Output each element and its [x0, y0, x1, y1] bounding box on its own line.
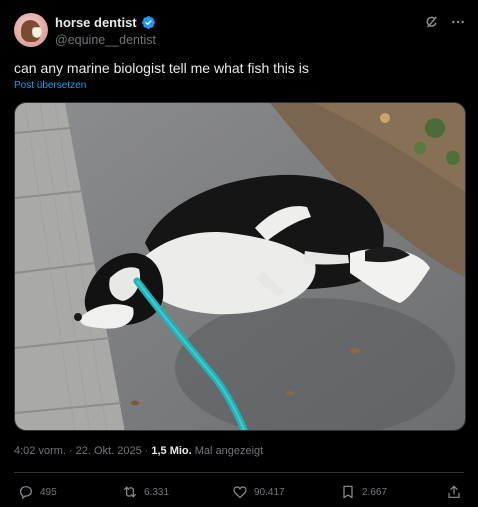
verified-badge-icon [141, 15, 155, 29]
repost-button[interactable]: 6.331 [122, 484, 169, 500]
action-bar: 495 6.331 90.417 2.667 [14, 482, 464, 502]
bookmark-count: 2.667 [362, 486, 388, 498]
translate-link[interactable]: Post übersetzen [14, 80, 86, 91]
share-icon [448, 485, 460, 498]
divider [14, 472, 464, 473]
post-header: horse dentist @equine__dentist [55, 13, 156, 48]
reply-count: 495 [40, 486, 57, 498]
post-date[interactable]: 22. Okt. 2025 [76, 445, 142, 457]
heart-icon [233, 486, 247, 498]
views-label: Mal angezeigt [194, 445, 264, 457]
dog-photo [15, 103, 465, 430]
top-actions [424, 14, 466, 30]
post-meta: 4:02 vorm. · 22. Okt. 2025 · 1,5 Mio. Ma… [14, 445, 263, 457]
meta-separator: · [144, 445, 149, 457]
meta-separator: · [68, 445, 73, 457]
more-options-icon[interactable] [450, 14, 466, 30]
avatar[interactable] [14, 13, 48, 47]
display-name[interactable]: horse dentist [55, 15, 137, 30]
reply-button[interactable]: 495 [18, 484, 57, 500]
repost-count: 6.331 [144, 486, 170, 498]
post-media-photo[interactable] [14, 102, 466, 431]
name-row: horse dentist [55, 13, 156, 31]
post-time[interactable]: 4:02 vorm. [14, 445, 66, 457]
bookmark-button[interactable]: 2.667 [340, 484, 387, 500]
reply-icon [20, 486, 32, 500]
grok-icon[interactable] [424, 14, 440, 30]
views-count[interactable]: 1,5 Mio. [151, 445, 191, 457]
bookmark-icon [343, 485, 353, 499]
share-button[interactable] [446, 484, 462, 500]
repost-icon [124, 486, 136, 498]
handle[interactable]: @equine__dentist [55, 33, 156, 47]
tooth-icon [32, 27, 42, 38]
post-text: can any marine biologist tell me what fi… [14, 60, 309, 76]
like-count: 90.417 [254, 486, 285, 498]
like-button[interactable]: 90.417 [232, 484, 285, 500]
